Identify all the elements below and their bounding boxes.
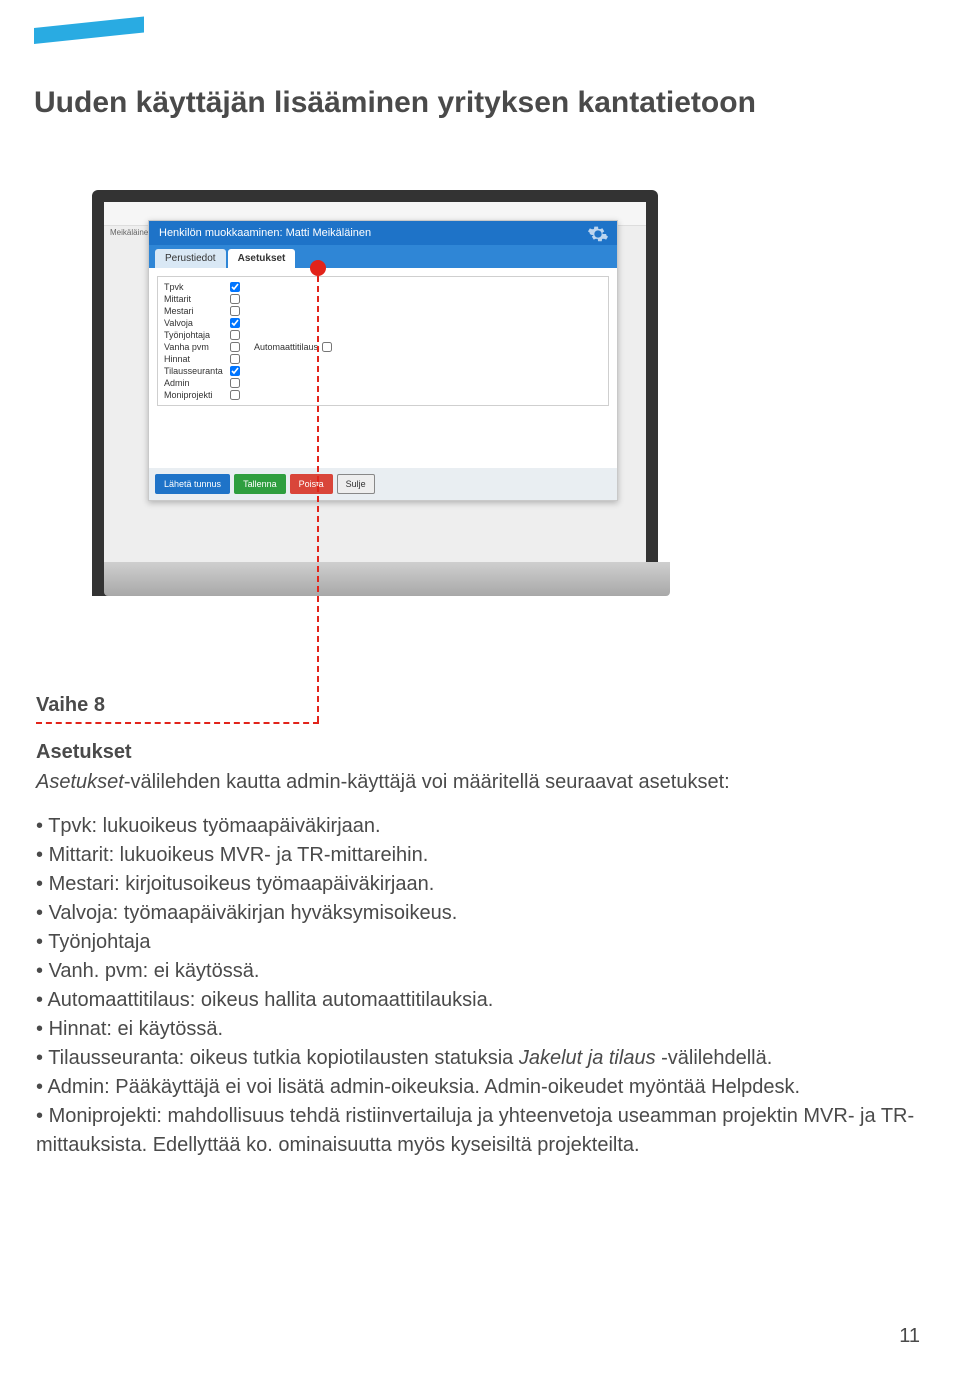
setting-checkbox[interactable] (230, 294, 240, 304)
list-item: Moniprojekti: mahdollisuus tehdä ristiin… (36, 1102, 916, 1160)
setting-checkbox[interactable] (230, 342, 240, 352)
save-button[interactable]: Tallenna (234, 474, 286, 494)
setting-row: Tilausseuranta (164, 365, 602, 377)
setting-checkbox[interactable] (230, 330, 240, 340)
setting-row: Työnjohtaja (164, 329, 602, 341)
modal-tabs: Perustiedot Asetukset (149, 245, 617, 268)
step-intro: Asetukset-välilehden kautta admin-käyttä… (36, 768, 916, 796)
list-item: Valvoja: työmaapäiväkirjan hyväksymisoik… (36, 899, 916, 928)
list-item: Admin: Pääkäyttäjä ei voi lisätä admin-o… (36, 1073, 916, 1102)
edit-person-modal: Henkilön muokkaaminen: Matti Meikäläinen… (148, 220, 618, 501)
tab-perustiedot[interactable]: Perustiedot (155, 249, 226, 268)
list-item: Vanh. pvm: ei käytössä. (36, 957, 916, 986)
setting-checkbox[interactable] (230, 318, 240, 328)
setting-row: Admin (164, 377, 602, 389)
setting-label: Valvoja (164, 318, 230, 328)
close-button[interactable]: Sulje (337, 474, 375, 494)
setting-label: Mittarit (164, 294, 230, 304)
step-intro-italic: Asetukset (36, 771, 124, 793)
callout-line-horizontal (36, 722, 319, 724)
list-item: Tpvk: lukuoikeus työmaapäiväkirjaan. (36, 812, 916, 841)
step-heading: Asetukset (36, 741, 916, 764)
setting-label: Moniprojekti (164, 390, 230, 400)
setting-label: Vanha pvm (164, 342, 230, 352)
setting-label: Työnjohtaja (164, 330, 230, 340)
setting-row: Vanha pvm Automaattitilaus (164, 341, 602, 353)
list-item: Automaattitilaus: oikeus hallita automaa… (36, 986, 916, 1015)
settings-box: TpvkMittaritMestariValvojaTyönjohtajaVan… (157, 276, 609, 406)
monitor-chin (104, 562, 670, 596)
step-name: Vaihe 8 (36, 694, 916, 717)
setting-label: Hinnat (164, 354, 230, 364)
gear-icon (587, 223, 609, 248)
setting-label: Tpvk (164, 282, 230, 292)
accent-bar (34, 16, 144, 44)
setting-checkbox[interactable] (230, 282, 240, 292)
callout-line-vertical (317, 276, 319, 722)
setting-extra-checkbox[interactable] (322, 342, 332, 352)
setting-row: Valvoja (164, 317, 602, 329)
list-item: Tilausseuranta: oikeus tutkia kopiotilau… (36, 1044, 916, 1073)
page-number: 11 (899, 1325, 920, 1348)
list-item: Työnjohtaja (36, 928, 916, 957)
step-intro-rest: -välilehden kautta admin-käyttäjä voi mä… (124, 771, 730, 793)
setting-label: Mestari (164, 306, 230, 316)
tab-asetukset[interactable]: Asetukset (228, 249, 296, 268)
modal-footer: Lähetä tunnus Tallenna Poista Sulje (149, 468, 617, 500)
callout-dot (310, 260, 326, 276)
monitor-screen: Meikäläinen, Matti Henkilön muokkaaminen… (104, 202, 646, 562)
setting-extra-label: Automaattitilaus (254, 342, 318, 352)
list-item: Mestari: kirjoitusoikeus työmaapäiväkirj… (36, 870, 916, 899)
list-item: Hinnat: ei käytössä. (36, 1015, 916, 1044)
modal-body: TpvkMittaritMestariValvojaTyönjohtajaVan… (149, 268, 617, 468)
monitor-frame: Meikäläinen, Matti Henkilön muokkaaminen… (92, 190, 658, 596)
delete-button[interactable]: Poista (290, 474, 333, 494)
modal-header: Henkilön muokkaaminen: Matti Meikäläinen (149, 221, 617, 245)
send-credentials-button[interactable]: Lähetä tunnus (155, 474, 230, 494)
setting-checkbox[interactable] (230, 354, 240, 364)
setting-row: Mestari (164, 305, 602, 317)
setting-checkbox[interactable] (230, 390, 240, 400)
setting-checkbox[interactable] (230, 366, 240, 376)
setting-label: Admin (164, 378, 230, 388)
list-item: Mittarit: lukuoikeus MVR- ja TR-mittarei… (36, 841, 916, 870)
page-title: Uuden käyttäjän lisääminen yrityksen kan… (34, 86, 756, 120)
setting-row: Moniprojekti (164, 389, 602, 401)
modal-title: Henkilön muokkaaminen: Matti Meikäläinen (159, 227, 371, 239)
setting-label: Tilausseuranta (164, 366, 230, 376)
setting-row: Hinnat (164, 353, 602, 365)
setting-row: Tpvk (164, 281, 602, 293)
setting-row: Mittarit (164, 293, 602, 305)
step-section: Vaihe 8 Asetukset Asetukset-välilehden k… (36, 694, 916, 1160)
setting-checkbox[interactable] (230, 306, 240, 316)
setting-checkbox[interactable] (230, 378, 240, 388)
bullet-list: Tpvk: lukuoikeus työmaapäiväkirjaan.Mitt… (36, 812, 916, 1160)
